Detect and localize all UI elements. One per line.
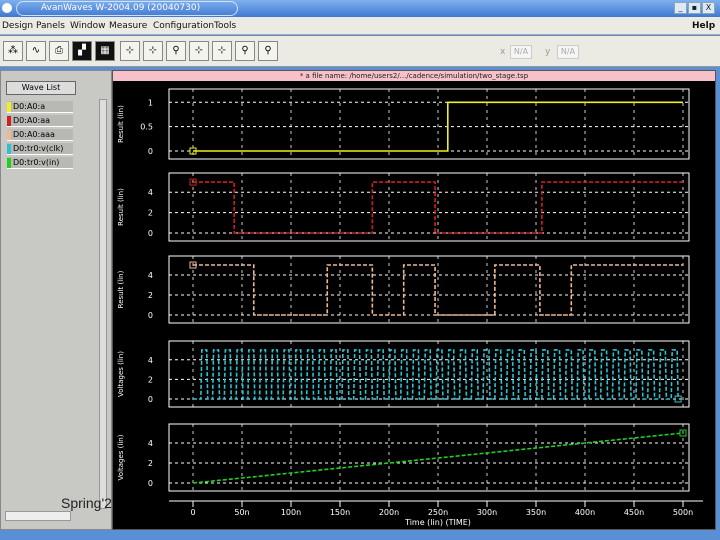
wave-list-button[interactable]: Wave List xyxy=(6,81,76,95)
wave-label: D0:tr0:v(in) xyxy=(13,158,60,167)
y-coord-label: y xyxy=(545,47,551,57)
x-tick-label: 450n xyxy=(624,508,644,517)
hierarchy-icon[interactable]: ⁂ xyxy=(3,41,23,61)
panel-frame xyxy=(168,88,690,160)
x-coord-label: x xyxy=(500,47,506,57)
menu-window[interactable]: Window xyxy=(70,21,106,31)
wave-list-item[interactable]: D0:tr0:v(clk) xyxy=(7,143,73,155)
vertical-scrollbar[interactable] xyxy=(99,99,107,509)
y-tick-label: 2 xyxy=(148,291,153,300)
color-swatch xyxy=(7,158,11,168)
panel-v(clk): 0 2 4 Voltages (lin) xyxy=(117,340,690,408)
wave-label: D0:A0:aa xyxy=(13,116,51,125)
panel-grid-icon[interactable]: ▦ xyxy=(95,41,115,61)
menu-bar: Design Panels Window Measure Configurati… xyxy=(0,17,720,35)
minimize-button[interactable]: _ xyxy=(674,2,687,14)
y-tick-label: 0 xyxy=(148,147,153,156)
wave-list-panel: Wave List D0:A0:a D0:A0:aa D0:A0:aaa D0:tr0… xyxy=(0,70,112,530)
toolbar: ⁂ ∿ ⎙ ▞ ▦ ⊹ ⊹ ⚲ ⊹ ⊹ ⚲ ⚲ x N/A y N/A xyxy=(0,36,720,67)
panel-aaa: 0 2 4 Result (lin) xyxy=(117,255,690,324)
y-tick-label: 2 xyxy=(148,209,153,218)
window-title: AvanWaves W-2004.09 (20040730) xyxy=(16,1,238,16)
menu-tools[interactable]: Tools xyxy=(214,21,236,31)
y-tick-label: 4 xyxy=(148,439,153,448)
waveform-icon[interactable]: ∿ xyxy=(26,41,46,61)
y-axis-label: Voltages (lin) xyxy=(117,434,125,480)
wave-list-item[interactable]: D0:A0:aaa xyxy=(7,129,73,141)
wave-list-item[interactable]: D0:A0:aa xyxy=(7,115,73,127)
cursor-3-icon[interactable]: ⚲ xyxy=(166,41,186,61)
watermark-text: Spring'2 xyxy=(61,495,112,511)
wave-label: D0:A0:aaa xyxy=(13,130,55,139)
panel-icon[interactable]: ▞ xyxy=(72,41,92,61)
x-tick-label: 0 xyxy=(190,508,195,517)
file-path-bar: * a file name: /home/users2/.../cadence/… xyxy=(113,71,715,81)
x-tick-label: 100n xyxy=(281,508,301,517)
horizontal-scrollbar[interactable] xyxy=(5,511,71,521)
menu-panels[interactable]: Panels xyxy=(36,21,65,31)
cursor-4-icon[interactable]: ⊹ xyxy=(189,41,209,61)
x-tick-label: 150n xyxy=(330,508,350,517)
panel-frame xyxy=(168,255,690,324)
x-tick-label: 300n xyxy=(477,508,497,517)
panel-aa: 0 2 4 Result (lin) xyxy=(117,172,690,242)
title-bar: AvanWaves W-2004.09 (20040730) _ ▪ X xyxy=(0,0,720,17)
print-icon[interactable]: ⎙ xyxy=(49,41,69,61)
x-axis-label: Time (lin) (TIME) xyxy=(404,518,471,527)
wave-list-item[interactable]: D0:tr0:v(in) xyxy=(7,157,73,169)
x-tick-label: 350n xyxy=(526,508,546,517)
window-menu-button[interactable] xyxy=(2,3,12,13)
y-tick-label: 2 xyxy=(148,459,153,468)
x-tick-label: 500n xyxy=(673,508,693,517)
cursor-1-icon[interactable]: ⊹ xyxy=(120,41,140,61)
panel-frame xyxy=(168,340,690,408)
x-tick-label: 50n xyxy=(234,508,249,517)
x-tick-label: 200n xyxy=(379,508,399,517)
wave-label: D0:A0:a xyxy=(13,102,46,111)
color-swatch xyxy=(7,102,11,112)
y-tick-label: 0.5 xyxy=(140,123,153,132)
y-tick-label: 4 xyxy=(148,356,153,365)
y-axis-label: Result (lin) xyxy=(117,188,125,226)
y-tick-label: 2 xyxy=(148,375,153,384)
x-axis: 0 50n 100n 150n 200n 250n 300n 350n 400n 450n 500n… xyxy=(169,500,703,527)
wave-label: D0:tr0:v(clk) xyxy=(13,144,64,153)
close-button[interactable]: X xyxy=(702,2,715,14)
y-tick-label: 0 xyxy=(148,479,153,488)
x-tick-label: 250n xyxy=(428,508,448,517)
color-swatch xyxy=(7,116,11,126)
y-tick-label: 1 xyxy=(148,98,153,107)
x-tick-label: 400n xyxy=(575,508,595,517)
y-axis-label: Result (lin) xyxy=(117,270,125,308)
color-swatch xyxy=(7,130,11,140)
panel-frame xyxy=(168,423,690,492)
y-axis-label: Result (lin) xyxy=(117,105,125,143)
y-tick-label: 0 xyxy=(148,311,153,320)
cursor-5-icon[interactable]: ⊹ xyxy=(212,41,232,61)
trace-v(clk)[interactable] xyxy=(193,349,679,400)
menu-measure[interactable]: Measure xyxy=(109,21,147,31)
x-coord-value: N/A xyxy=(510,45,532,59)
waveform-plot-area: 0 0.5 1 Result (lin) 0 2 4 Result (lin) 0 2 4 Resul… xyxy=(112,70,716,530)
panel-v(in): 0 2 4 Voltages (lin) xyxy=(117,423,690,492)
menu-help[interactable]: Help xyxy=(692,21,715,31)
cursor-6-icon[interactable]: ⚲ xyxy=(235,41,255,61)
waveform-chart[interactable]: 0 0.5 1 Result (lin) 0 2 4 Result (lin) 0 2 4 Resul… xyxy=(113,71,717,531)
y-coord-value: N/A xyxy=(557,45,579,59)
taskbar xyxy=(0,530,720,540)
menu-configuration[interactable]: Configuration xyxy=(153,21,214,31)
y-tick-label: 4 xyxy=(148,188,153,197)
cursor-2-icon[interactable]: ⊹ xyxy=(143,41,163,61)
color-swatch xyxy=(7,144,11,154)
wave-list-item[interactable]: D0:A0:a xyxy=(7,101,73,113)
y-tick-label: 0 xyxy=(148,395,153,404)
y-tick-label: 0 xyxy=(148,229,153,238)
y-axis-label: Voltages (lin) xyxy=(117,351,125,397)
y-tick-label: 4 xyxy=(148,271,153,280)
cursor-7-icon[interactable]: ⚲ xyxy=(258,41,278,61)
menu-design[interactable]: Design xyxy=(2,21,33,31)
panel-frame xyxy=(168,172,690,242)
panel-a: 0 0.5 1 Result (lin) xyxy=(117,88,690,160)
maximize-button[interactable]: ▪ xyxy=(688,2,701,14)
